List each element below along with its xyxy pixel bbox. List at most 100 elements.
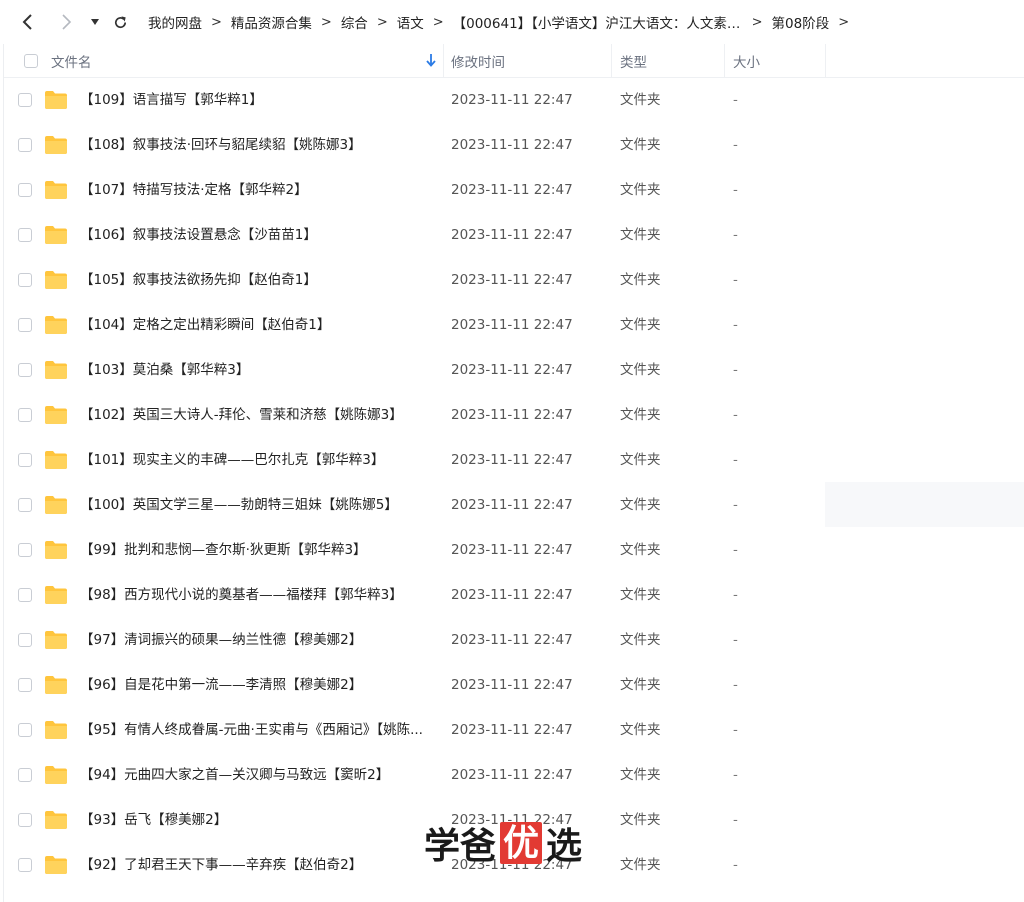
file-size: - (733, 857, 738, 873)
file-name[interactable]: 【96】自是花中第一流——李清照【穆美娜2】 (80, 663, 432, 708)
file-row[interactable]: 【106】叙事技法设置悬念【沙苗苗1】 2023-11-11 22:47 文件夹 - (4, 213, 1024, 258)
file-name[interactable]: 【98】西方现代小说的奠基者——福楼拜【郭华粹3】 (80, 573, 432, 618)
file-type: 文件夹 (620, 767, 661, 783)
caret-down-icon[interactable] (88, 10, 102, 34)
file-row[interactable]: 【105】叙事技法欲扬先抑【赵伯奇1】 2023-11-11 22:47 文件夹 - (4, 258, 1024, 303)
file-row[interactable]: 【103】莫泊桑【郭华粹3】 2023-11-11 22:47 文件夹 - (4, 348, 1024, 393)
breadcrumb-item-general[interactable]: 综合 (341, 12, 368, 32)
row-checkbox[interactable] (18, 678, 32, 692)
file-name[interactable]: 【103】莫泊桑【郭华粹3】 (80, 348, 432, 393)
file-type: 文件夹 (620, 272, 661, 288)
file-name[interactable]: 【109】语言描写【郭华粹1】 (80, 78, 432, 123)
file-size: - (733, 587, 738, 603)
file-size: - (733, 272, 738, 288)
folder-icon (44, 360, 68, 384)
sort-down-arrow-icon[interactable] (426, 53, 436, 71)
row-checkbox[interactable] (18, 453, 32, 467)
row-checkbox[interactable] (18, 543, 32, 557)
refresh-icon[interactable] (108, 10, 132, 34)
row-checkbox[interactable] (18, 138, 32, 152)
folder-icon (44, 225, 68, 249)
file-name[interactable]: 【104】定格之定出精彩瞬间【赵伯奇1】 (80, 303, 432, 348)
file-row[interactable]: 【97】清词振兴的硕果—纳兰性德【穆美娜2】 2023-11-11 22:47 文件… (4, 618, 1024, 663)
file-modified-time: 2023-11-11 22:47 (451, 497, 573, 513)
row-checkbox[interactable] (18, 273, 32, 287)
row-checkbox[interactable] (18, 498, 32, 512)
file-row[interactable]: 【108】叙事技法·回环与貂尾续貂【姚陈娜3】 2023-11-11 22:47 文… (4, 123, 1024, 168)
row-checkbox[interactable] (18, 768, 32, 782)
select-all-checkbox[interactable] (24, 44, 38, 78)
column-header-size[interactable]: 大小 (733, 44, 760, 78)
file-name[interactable]: 【105】叙事技法欲扬先抑【赵伯奇1】 (80, 258, 432, 303)
watermark-logo: 学爸 优 选 (424, 818, 582, 868)
file-type: 文件夹 (620, 722, 661, 738)
row-checkbox[interactable] (18, 633, 32, 647)
folder-icon (44, 720, 68, 744)
folder-icon (44, 405, 68, 429)
file-row[interactable]: 【94】元曲四大家之首—关汉卿与马致远【窦昕2】 2023-11-11 22:47… (4, 753, 1024, 798)
folder-icon (44, 495, 68, 519)
file-name[interactable]: 【100】英国文学三星——勃朗特三姐妹【姚陈娜5】 (80, 483, 432, 528)
row-checkbox[interactable] (18, 723, 32, 737)
breadcrumb-item-collection[interactable]: 精品资源合集 (231, 12, 312, 32)
file-type: 文件夹 (620, 542, 661, 558)
file-name[interactable]: 【97】清词振兴的硕果—纳兰性德【穆美娜2】 (80, 618, 432, 663)
watermark-text: 学爸 (424, 825, 497, 867)
row-checkbox[interactable] (18, 228, 32, 242)
breadcrumb-item-home[interactable]: 我的网盘 (148, 12, 202, 32)
folder-icon (44, 675, 68, 699)
file-modified-time: 2023-11-11 22:47 (451, 227, 573, 243)
column-header-modified[interactable]: 修改时间 (451, 44, 505, 78)
breadcrumb-item-chinese[interactable]: 语文 (397, 12, 424, 32)
folder-icon (44, 540, 68, 564)
file-row[interactable]: 【104】定格之定出精彩瞬间【赵伯奇1】 2023-11-11 22:47 文件夹 - (4, 303, 1024, 348)
chevron-right-icon[interactable] (54, 10, 78, 34)
folder-icon (44, 315, 68, 339)
file-modified-time: 2023-11-11 22:47 (451, 767, 573, 783)
file-name[interactable]: 【99】批判和悲悯—查尔斯·狄更斯【郭华粹3】 (80, 528, 432, 573)
file-size: - (733, 362, 738, 378)
file-modified-time: 2023-11-11 22:47 (451, 452, 573, 468)
file-modified-time: 2023-11-11 22:47 (451, 407, 573, 423)
row-checkbox[interactable] (18, 183, 32, 197)
row-checkbox[interactable] (18, 318, 32, 332)
file-name[interactable]: 【94】元曲四大家之首—关汉卿与马致远【窦昕2】 (80, 753, 432, 798)
file-row[interactable]: 【102】英国三大诗人-拜伦、雪莱和济慈【姚陈娜3】 2023-11-11 22:… (4, 393, 1024, 438)
file-name[interactable]: 【101】现实主义的丰碑——巴尔扎克【郭华粹3】 (80, 438, 432, 483)
file-row[interactable]: 【107】特描写技法·定格【郭华粹2】 2023-11-11 22:47 文件夹 - (4, 168, 1024, 213)
file-row[interactable]: 【109】语言描写【郭华粹1】 2023-11-11 22:47 文件夹 - (4, 78, 1024, 123)
file-modified-time: 2023-11-11 22:47 (451, 272, 573, 288)
column-header-name[interactable]: 文件名 (51, 44, 92, 78)
breadcrumb-item-course[interactable]: 【000641】【小学语文】沪江大语文：人文素养课高阶541课（古文鉴赏... (453, 12, 743, 32)
file-name[interactable]: 【93】岳飞【穆美娜2】 (80, 798, 432, 843)
row-checkbox[interactable] (18, 408, 32, 422)
file-row[interactable]: 【101】现实主义的丰碑——巴尔扎克【郭华粹3】 2023-11-11 22:47… (4, 438, 1024, 483)
chevron-left-icon[interactable] (16, 10, 40, 34)
file-size: - (733, 227, 738, 243)
file-name[interactable]: 【92】了却君王天下事——辛弃疾【赵伯奇2】 (80, 843, 432, 888)
file-row[interactable]: 【98】西方现代小说的奠基者——福楼拜【郭华粹3】 2023-11-11 22:4… (4, 573, 1024, 618)
file-name[interactable]: 【108】叙事技法·回环与貂尾续貂【姚陈娜3】 (80, 123, 432, 168)
row-checkbox[interactable] (18, 93, 32, 107)
file-row[interactable]: 【95】有情人终成眷属-元曲·王实甫与《西厢记》【姚陈... 2023-11-11… (4, 708, 1024, 753)
file-type: 文件夹 (620, 362, 661, 378)
row-checkbox[interactable] (18, 363, 32, 377)
breadcrumb-item-stage[interactable]: 第08阶段 (772, 12, 830, 32)
file-modified-time: 2023-11-11 22:47 (451, 92, 573, 108)
file-type: 文件夹 (620, 317, 661, 333)
file-type: 文件夹 (620, 497, 661, 513)
file-modified-time: 2023-11-11 22:47 (451, 542, 573, 558)
row-checkbox[interactable] (18, 813, 32, 827)
file-row[interactable]: 【99】批判和悲悯—查尔斯·狄更斯【郭华粹3】 2023-11-11 22:47 文… (4, 528, 1024, 573)
file-row[interactable]: 【100】英国文学三星——勃朗特三姐妹【姚陈娜5】 2023-11-11 22:4… (4, 483, 1024, 528)
file-name[interactable]: 【106】叙事技法设置悬念【沙苗苗1】 (80, 213, 432, 258)
column-header-type[interactable]: 类型 (620, 44, 647, 78)
file-modified-time: 2023-11-11 22:47 (451, 362, 573, 378)
row-checkbox[interactable] (18, 858, 32, 872)
file-name[interactable]: 【102】英国三大诗人-拜伦、雪莱和济慈【姚陈娜3】 (80, 393, 432, 438)
file-name[interactable]: 【107】特描写技法·定格【郭华粹2】 (80, 168, 432, 213)
row-checkbox[interactable] (18, 588, 32, 602)
file-row[interactable]: 【96】自是花中第一流——李清照【穆美娜2】 2023-11-11 22:47 文件… (4, 663, 1024, 708)
file-name[interactable]: 【95】有情人终成眷属-元曲·王实甫与《西厢记》【姚陈... (80, 708, 432, 753)
column-divider (443, 44, 444, 78)
